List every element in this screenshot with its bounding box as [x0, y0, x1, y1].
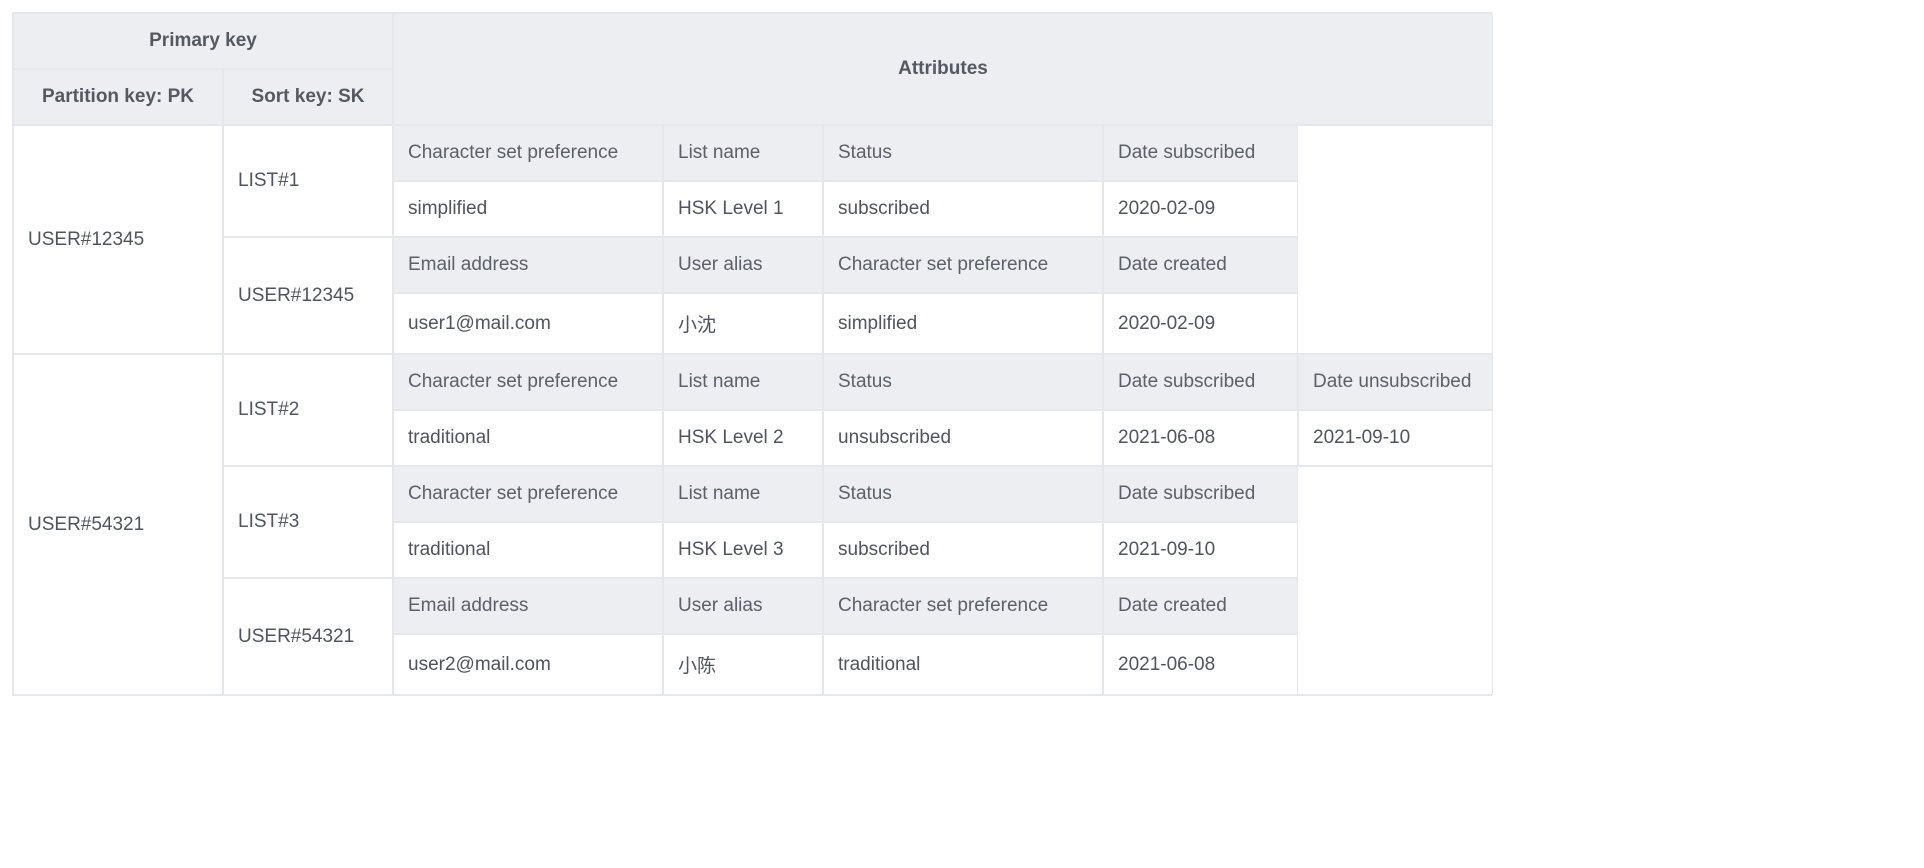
attr-label: Character set preference: [393, 354, 663, 410]
attr-value: traditional: [823, 634, 1103, 695]
attr-label: Date created: [1103, 237, 1298, 293]
attr-value: subscribed: [823, 522, 1103, 578]
header-partition-key: Partition key: PK: [13, 69, 223, 125]
attr-value: user2@mail.com: [393, 634, 663, 695]
attr-value: 2020-02-09: [1103, 293, 1298, 354]
attr-label: Email address: [393, 237, 663, 293]
data-table: Primary key Attributes Partition key: PK…: [12, 12, 1492, 696]
attr-label: Date subscribed: [1103, 354, 1298, 410]
attr-value: user1@mail.com: [393, 293, 663, 354]
attr-value: 小陈: [663, 634, 823, 695]
sort-key-cell: USER#54321: [223, 578, 393, 695]
attr-label: Character set preference: [393, 125, 663, 181]
attr-label: Email address: [393, 578, 663, 634]
attr-value: 2021-06-08: [1103, 410, 1298, 466]
attr-value: HSK Level 2: [663, 410, 823, 466]
attr-value: simplified: [823, 293, 1103, 354]
header-sort-key: Sort key: SK: [223, 69, 393, 125]
attr-label: User alias: [663, 237, 823, 293]
attr-label: Character set preference: [823, 237, 1103, 293]
attr-value: unsubscribed: [823, 410, 1103, 466]
attr-value: 2020-02-09: [1103, 181, 1298, 237]
attr-value: subscribed: [823, 181, 1103, 237]
attr-label: Date unsubscribed: [1298, 354, 1493, 410]
attr-label: User alias: [663, 578, 823, 634]
attr-label: Status: [823, 466, 1103, 522]
attr-value: simplified: [393, 181, 663, 237]
attr-label: Character set preference: [823, 578, 1103, 634]
empty-cell: [1298, 125, 1493, 354]
attr-value: 小沈: [663, 293, 823, 354]
empty-cell: [1298, 466, 1493, 695]
attr-label: List name: [663, 466, 823, 522]
attr-value: 2021-09-10: [1298, 410, 1493, 466]
attr-value: 2021-06-08: [1103, 634, 1298, 695]
header-attributes: Attributes: [393, 13, 1493, 125]
attr-label: Status: [823, 354, 1103, 410]
attr-label: List name: [663, 354, 823, 410]
attr-label: Character set preference: [393, 466, 663, 522]
attr-label: List name: [663, 125, 823, 181]
attr-label: Status: [823, 125, 1103, 181]
attr-label: Date created: [1103, 578, 1298, 634]
header-primary-key: Primary key: [13, 13, 393, 69]
sort-key-cell: USER#12345: [223, 237, 393, 354]
attr-value: HSK Level 3: [663, 522, 823, 578]
attr-value: 2021-09-10: [1103, 522, 1298, 578]
sort-key-cell: LIST#2: [223, 354, 393, 466]
partition-key-cell: USER#12345: [13, 125, 223, 354]
attr-label: Date subscribed: [1103, 125, 1298, 181]
partition-key-cell: USER#54321: [13, 354, 223, 695]
sort-key-cell: LIST#1: [223, 125, 393, 237]
sort-key-cell: LIST#3: [223, 466, 393, 578]
attr-value: traditional: [393, 410, 663, 466]
attr-value: traditional: [393, 522, 663, 578]
attr-value: HSK Level 1: [663, 181, 823, 237]
attr-label: Date subscribed: [1103, 466, 1298, 522]
